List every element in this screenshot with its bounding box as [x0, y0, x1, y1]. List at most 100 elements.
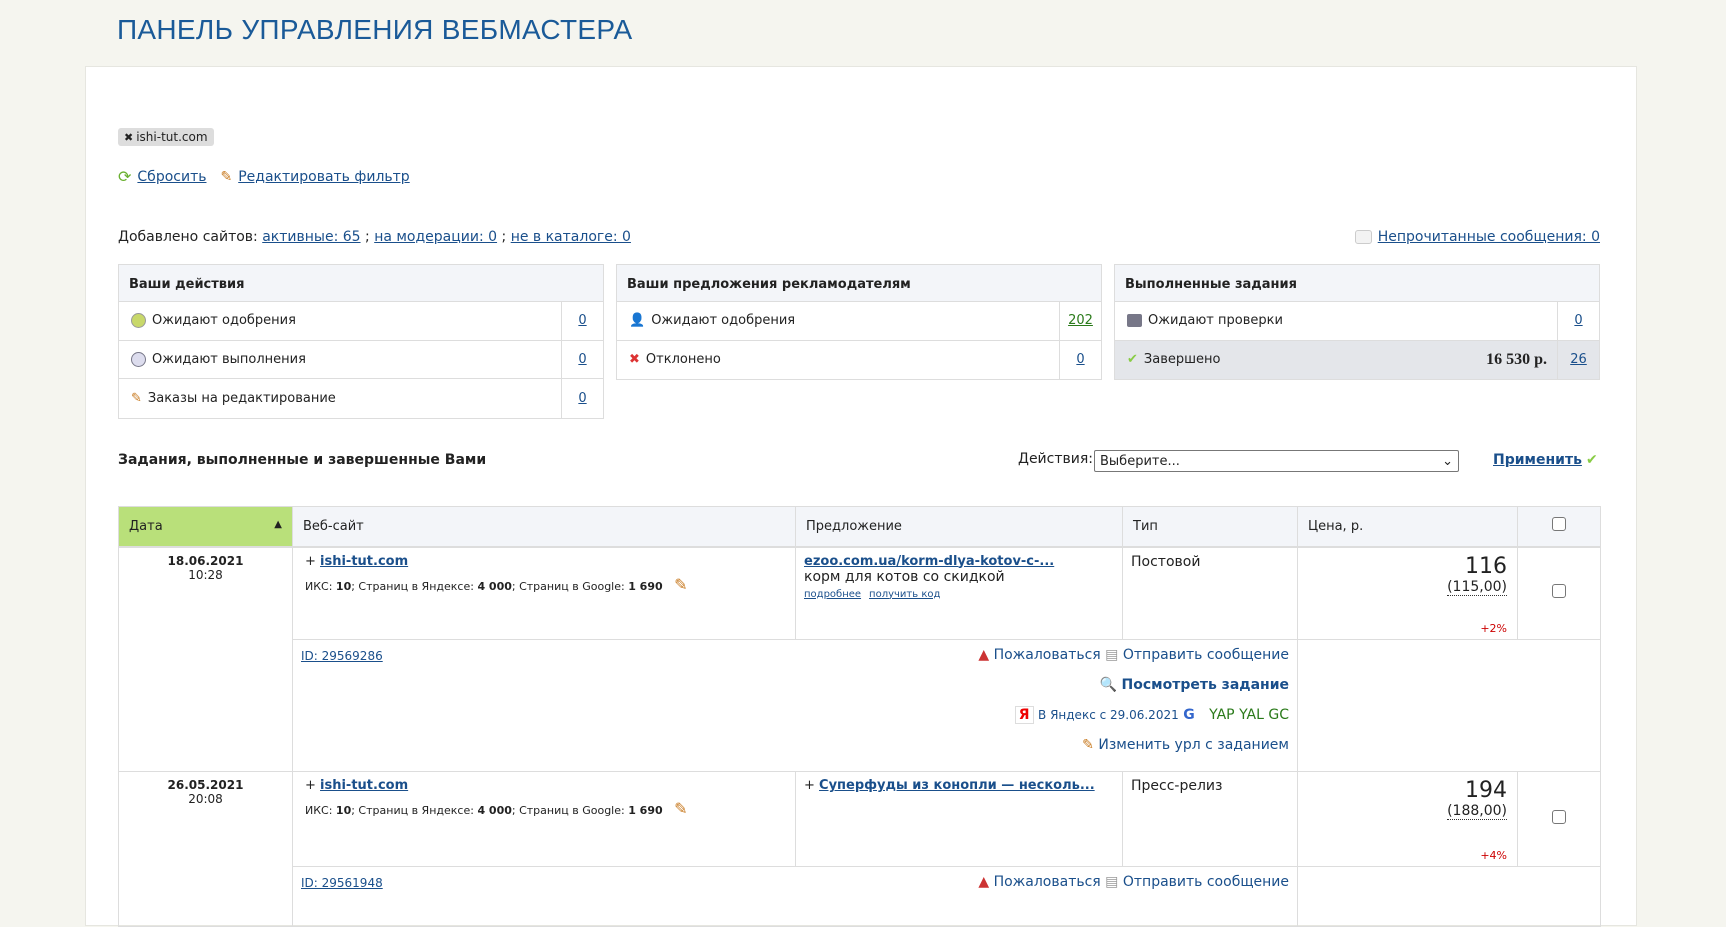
filter-tag[interactable]: ✖ ishi-tut.com [118, 128, 214, 146]
sort-up-icon: ▲ [274, 518, 282, 530]
user-pending-icon: 👤 [629, 313, 646, 329]
clock-icon [131, 351, 146, 367]
select-all-checkbox[interactable] [1517, 506, 1601, 548]
task-details: ID: 29569286 ▲ Пожаловаться ▤ Отправить … [292, 639, 1298, 772]
get-code-link[interactable]: получить код [869, 589, 940, 600]
offer-link[interactable]: Суперфуды из конопли — несколь... [819, 778, 1095, 793]
send-message-link[interactable]: Отправить сообщение [1123, 874, 1289, 890]
more-link[interactable]: подробнее [804, 589, 861, 600]
actions-select[interactable]: Выберите... ⌄ [1094, 450, 1459, 472]
unread-messages: Непрочитанные сообщения: 0 [1354, 229, 1600, 245]
check-icon: ✔ [1127, 352, 1138, 368]
check-icon: ✔ [1585, 452, 1598, 468]
col-date[interactable]: Дата ▲ [118, 506, 293, 548]
apply-button[interactable]: Применить ✔ [1493, 452, 1598, 468]
unread-link[interactable]: Непрочитанные сообщения: 0 [1378, 229, 1600, 245]
apply-link[interactable]: Применить [1493, 452, 1582, 468]
box-title: Ваши предложения рекламодателям [617, 265, 1101, 302]
site-meta: ИКС: 10; Страниц в Яндексе: 4 000; Стран… [305, 574, 688, 594]
task-details: ID: 29561948 ▲ Пожаловаться ▤ Отправить … [292, 866, 1298, 927]
offer-cell: + Суперфуды из конопли — несколь... [795, 771, 1123, 867]
send-message-link[interactable]: Отправить сообщение [1123, 647, 1289, 663]
box-row: Ожидают выполнения 0 [119, 340, 603, 379]
offer-text: корм для котов со скидкой [804, 568, 1005, 585]
row-count-link[interactable]: 0 [1076, 352, 1084, 367]
row-label: Ожидают одобрения [152, 313, 296, 329]
completed-box: Выполненные задания Ожидают проверки 0 ✔ З… [1114, 264, 1600, 380]
price-cell: 116 (115,00) +2% [1297, 546, 1518, 640]
pending-approval-icon [131, 313, 146, 329]
select-value: Выберите... [1100, 453, 1180, 469]
table-subrow: ID: 29561948 ▲ Пожаловаться ▤ Отправить … [119, 866, 1601, 927]
site-link[interactable]: ishi-tut.com [320, 778, 408, 793]
section-title: Задания, выполненные и завершенные Вами [118, 452, 487, 468]
close-icon[interactable]: ✖ [124, 131, 133, 144]
row-checkbox[interactable] [1517, 546, 1601, 640]
added-label: Добавлено сайтов: [118, 229, 258, 245]
added-sites: Добавлено сайтов: активные: 65 ; на моде… [118, 229, 631, 245]
row-count-link[interactable]: 0 [578, 352, 586, 367]
envelope-icon [1354, 230, 1372, 244]
actions-label: Действия: [1018, 451, 1093, 467]
price-pct: +4% [1480, 849, 1507, 862]
warning-icon: ▲ [978, 874, 990, 890]
row-label: Завершено [1143, 352, 1221, 368]
index-status: YAP YAL GC [1209, 707, 1289, 723]
message-icon: ▤ [1105, 647, 1119, 663]
refresh-icon: ⟳ [118, 167, 132, 186]
review-icon [1127, 314, 1142, 328]
row-count-link[interactable]: 26 [1570, 352, 1587, 367]
offer-cell: ezoo.com.ua/korm-dlya-kotov-c-... корм дл… [795, 546, 1123, 640]
col-type[interactable]: Тип [1122, 506, 1298, 548]
edit-filter-link[interactable]: Редактировать фильтр [238, 169, 409, 185]
box-row: ✎ Заказы на редактирование 0 [119, 379, 603, 418]
filter-tag-label: ishi-tut.com [136, 130, 208, 144]
active-link[interactable]: активные: 65 [262, 229, 360, 245]
pencil-icon[interactable]: ✎ [674, 575, 687, 594]
row-label: Ожидают одобрения [651, 313, 796, 329]
view-task-link[interactable]: Посмотреть задание [1122, 677, 1289, 693]
row-checkbox[interactable] [1517, 771, 1601, 867]
message-icon: ▤ [1105, 874, 1119, 890]
site-cell: + ishi-tut.com ИКС: 10; Страниц в Яндекс… [292, 546, 796, 640]
row-label: Ожидают проверки [1148, 313, 1283, 329]
change-url-link[interactable]: Изменить урл с заданием [1098, 737, 1289, 753]
yandex-since: В Яндекс с 29.06.2021 [1038, 708, 1179, 722]
price-cell: 194 (188,00) +4% [1297, 771, 1518, 867]
not-catalog-link[interactable]: не в каталоге: 0 [511, 229, 631, 245]
row-count-link[interactable]: 202 [1068, 313, 1093, 328]
col-price[interactable]: Цена, р. [1297, 506, 1518, 548]
col-website[interactable]: Веб-сайт [292, 506, 796, 548]
row-count-link[interactable]: 0 [578, 313, 586, 328]
rejected-icon: ✖ [629, 352, 640, 368]
site-link[interactable]: ishi-tut.com [320, 554, 408, 569]
google-icon: G [1183, 707, 1195, 723]
offer-link[interactable]: ezoo.com.ua/korm-dlya-kotov-c-... [804, 554, 1054, 569]
magnifier-icon: 🔍 [1099, 677, 1118, 693]
box-title: Ваши действия [119, 265, 603, 302]
price-old: (115,00) [1447, 578, 1507, 596]
pencil-icon[interactable]: ✎ [674, 799, 687, 818]
task-id-link[interactable]: ID: 29569286 [301, 649, 383, 663]
box-row: ✔ Завершено 16 530 р. 26 [1115, 340, 1599, 379]
price-old: (188,00) [1447, 803, 1507, 820]
filter-actions: ⟳ Сбросить ✎ Редактировать фильтр [118, 167, 410, 186]
price: 116 [1465, 553, 1507, 579]
task-id-link[interactable]: ID: 29561948 [301, 876, 383, 890]
date-cell: 26.05.2021 20:08 [118, 771, 293, 927]
reset-link[interactable]: Сбросить [137, 169, 206, 185]
offers-box: Ваши предложения рекламодателям 👤 Ожидают… [616, 264, 1102, 380]
complain-link[interactable]: Пожаловаться [994, 874, 1101, 890]
yandex-icon: Я [1014, 706, 1034, 724]
moderation-link[interactable]: на модерации: 0 [374, 229, 497, 245]
row-count-link[interactable]: 0 [1574, 313, 1582, 328]
row-count-link[interactable]: 0 [578, 391, 586, 406]
complain-link[interactable]: Пожаловаться [994, 647, 1101, 663]
page-title: ПАНЕЛЬ УПРАВЛЕНИЯ ВЕБМАСТЕРА [117, 14, 633, 45]
box-row: 👤 Ожидают одобрения 202 [617, 302, 1101, 341]
box-row: Ожидают одобрения 0 [119, 302, 603, 341]
completed-amount: 16 530 р. [1486, 350, 1547, 368]
table-subrow: ID: 29569286 ▲ Пожаловаться ▤ Отправить … [119, 639, 1601, 772]
col-offer[interactable]: Предложение [795, 506, 1123, 548]
box-title: Выполненные задания [1115, 265, 1599, 302]
